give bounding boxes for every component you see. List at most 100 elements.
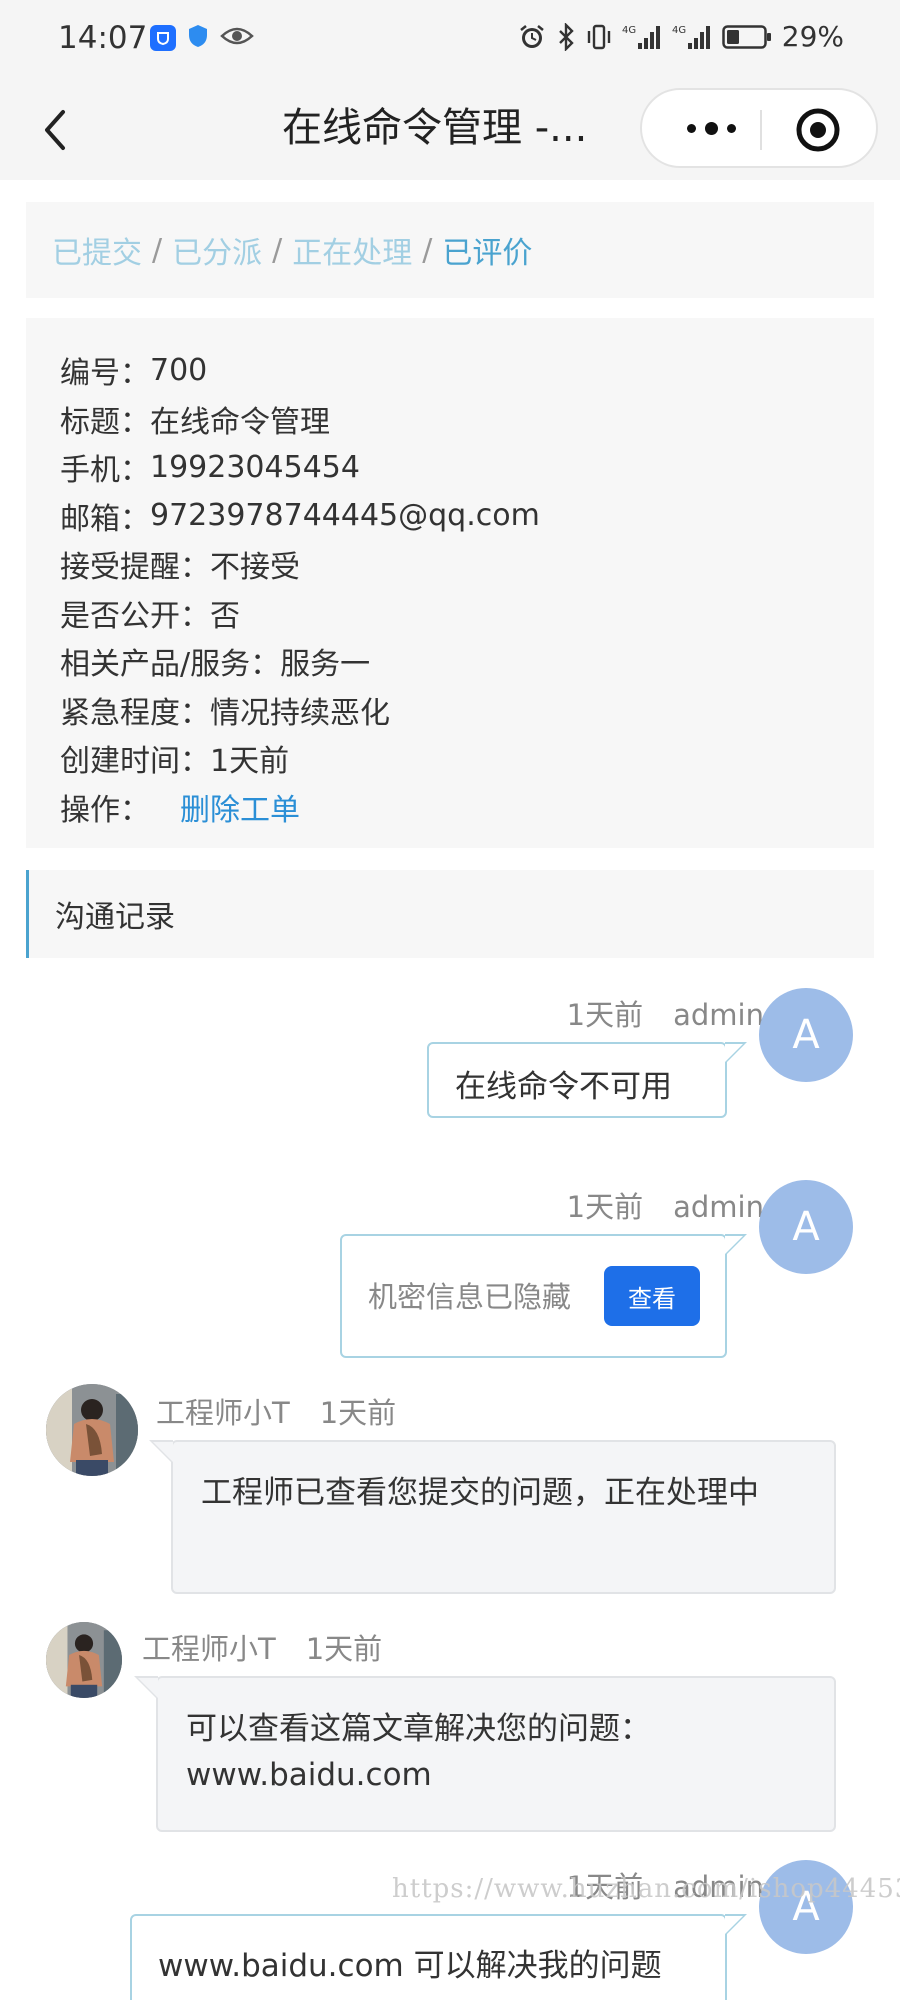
- message-time: 1天前: [305, 1632, 383, 1666]
- info-row-number: 编号： 700: [60, 346, 874, 395]
- section-title: 沟通记录: [26, 870, 874, 958]
- ticket-status-steps: 已提交 / 已分派 / 正在处理 / 已评价: [26, 202, 874, 298]
- step-submitted: 已提交: [52, 236, 142, 271]
- info-value: 9723978744445@qq.com: [150, 498, 540, 534]
- info-row-email: 邮箱： 9723978744445@qq.com: [60, 492, 874, 541]
- shield-icon: [186, 23, 210, 53]
- info-label: 手机：: [60, 453, 150, 489]
- info-row-created: 创建时间： 1天前: [60, 734, 874, 783]
- eye-icon: [220, 24, 254, 52]
- message-text: www.baidu.com 可以解决我的问题: [158, 1948, 662, 1984]
- message-meta: 工程师小T 1天前: [156, 1390, 396, 1432]
- page: 14:07 4G 4G 29% 在线命令管理 -... 已提交 / 已分派 / …: [0, 0, 900, 2000]
- info-row-product: 相关产品/服务： 服务一: [60, 637, 874, 686]
- message-text: 工程师已查看您提交的问题，正在处理中: [201, 1475, 759, 1511]
- watermark: https://www.huzhan.com/ishop44453: [392, 1874, 900, 1904]
- engineer-avatar: [46, 1622, 122, 1698]
- message-user: 工程师小T: [142, 1632, 276, 1666]
- nav-bar: 在线命令管理 -...: [0, 80, 900, 180]
- info-value: 1天前: [210, 744, 290, 780]
- more-dot-icon: [726, 123, 736, 133]
- message-meta: 1天前 admin: [567, 992, 764, 1034]
- bluetooth-icon: [556, 22, 576, 51]
- info-label: 创建时间：: [60, 744, 210, 780]
- status-right-icons: 4G 4G 29%: [518, 20, 844, 53]
- message-bubble: 在线命令不可用: [427, 1042, 747, 1118]
- target-close-icon: [796, 108, 840, 152]
- info-label: 紧急程度：: [60, 695, 210, 731]
- ticket-info-card: 编号： 700 标题： 在线命令管理 手机： 19923045454 邮箱： 9…: [26, 318, 874, 848]
- info-label: 编号：: [60, 356, 150, 392]
- vibrate-icon: [586, 23, 612, 51]
- status-left-icons: [150, 23, 254, 53]
- message-text: 在线命令不可用: [455, 1069, 672, 1105]
- message-user: admin: [673, 1190, 764, 1224]
- back-button[interactable]: [28, 102, 84, 158]
- status-bar: 14:07 4G 4G 29%: [0, 0, 900, 80]
- app-shield-icon: [150, 25, 176, 51]
- step-separator: /: [152, 232, 163, 268]
- more-dot-icon: [704, 121, 718, 135]
- info-label: 是否公开：: [60, 598, 210, 634]
- mini-program-capsule: [640, 88, 878, 168]
- message-bubble: 可以查看这篇文章解决您的问题： www.baidu.com: [134, 1676, 836, 1832]
- message-bubble: 机密信息已隐藏 查看: [340, 1234, 747, 1358]
- step-separator: /: [272, 232, 283, 268]
- svg-text:4G: 4G: [672, 25, 686, 36]
- info-value: 情况持续恶化: [210, 695, 390, 731]
- engineer-avatar: [46, 1384, 138, 1476]
- message-bubble: www.baidu.com 可以解决我的问题: [130, 1914, 747, 2000]
- delete-ticket-link[interactable]: 删除工单: [180, 785, 300, 829]
- more-dot-icon: [686, 123, 696, 133]
- svg-text:4G: 4G: [622, 25, 636, 36]
- battery-icon: [722, 24, 772, 50]
- message-user: 工程师小T: [156, 1396, 290, 1430]
- message-text: 可以查看这篇文章解决您的问题： www.baidu.com: [186, 1711, 651, 1793]
- step-separator: /: [422, 232, 433, 268]
- info-label: 标题：: [60, 404, 150, 440]
- info-label: 邮箱：: [60, 501, 150, 537]
- bubble-tail: [725, 1044, 743, 1062]
- page-title: 在线命令管理 -...: [282, 105, 588, 151]
- step-assigned: 已分派: [172, 236, 263, 271]
- info-value: 在线命令管理: [150, 404, 330, 440]
- bubble-tail: [725, 1916, 743, 1934]
- bubble-tail: [153, 1442, 173, 1462]
- info-label: 相关产品/服务：: [60, 647, 281, 683]
- chevron-left-icon: [45, 110, 65, 150]
- message-bubble: 工程师已查看您提交的问题，正在处理中: [149, 1440, 836, 1594]
- info-label: 操作：: [60, 792, 150, 828]
- message-meta: 工程师小T 1天前: [142, 1626, 382, 1668]
- avatar: A: [759, 988, 853, 1082]
- step-processing: 正在处理: [292, 236, 413, 271]
- alarm-icon: [518, 23, 546, 51]
- info-value: 服务一: [280, 647, 371, 683]
- message-time: 1天前: [566, 1190, 644, 1224]
- signal-4g-icon: 4G: [622, 23, 662, 51]
- message-user: admin: [673, 998, 764, 1032]
- info-row-title: 标题： 在线命令管理: [60, 395, 874, 444]
- view-button[interactable]: 查看: [604, 1266, 700, 1326]
- info-row-reminder: 接受提醒： 不接受: [60, 540, 874, 589]
- status-time: 14:07: [58, 20, 148, 56]
- message-meta: 1天前 admin: [567, 1184, 764, 1226]
- communication-record: 沟通记录 1天前 admin A 在线命令不可用 1天前 admin A 机密信息已…: [26, 870, 874, 2000]
- bubble-tail: [725, 1236, 743, 1254]
- more-button[interactable]: [666, 100, 756, 156]
- info-value: 19923045454: [150, 449, 360, 485]
- bubble-tail: [138, 1678, 158, 1698]
- info-value: 不接受: [210, 550, 300, 586]
- info-row-operation: 操作： 删除工单: [60, 783, 874, 832]
- info-row-phone: 手机： 19923045454: [60, 443, 874, 492]
- hidden-info-text: 机密信息已隐藏: [368, 1280, 572, 1314]
- message-time: 1天前: [566, 998, 644, 1032]
- signal-4g-icon: 4G: [672, 23, 712, 51]
- info-label: 接受提醒：: [60, 550, 210, 586]
- info-value: 否: [210, 598, 240, 634]
- step-rated: 已评价: [442, 236, 533, 271]
- battery-percent: 29%: [781, 20, 844, 53]
- info-row-urgency: 紧急程度： 情况持续恶化: [60, 686, 874, 735]
- close-mini-program-button[interactable]: [792, 104, 844, 156]
- info-row-public: 是否公开： 否: [60, 589, 874, 638]
- avatar: A: [759, 1180, 853, 1274]
